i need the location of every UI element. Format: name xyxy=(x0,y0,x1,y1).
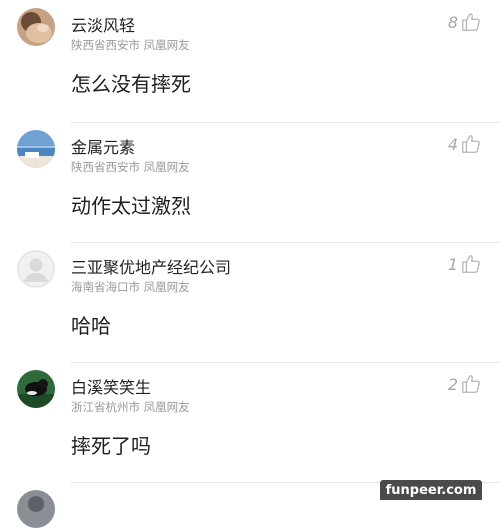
beach-photo-icon xyxy=(17,130,55,168)
default-user-icon xyxy=(17,250,55,288)
like-button[interactable]: 1 xyxy=(448,252,482,276)
comment-location: 浙江省杭州市 凤凰网友 xyxy=(71,400,190,414)
user-photo-icon xyxy=(17,8,55,46)
like-button[interactable]: 2 xyxy=(448,372,482,396)
like-button[interactable]: 4 xyxy=(448,132,482,156)
comment-item: 云淡风轻 陕西省西安市 凤凰网友 8 怎么没有摔死 xyxy=(0,0,500,120)
thumbs-up-icon xyxy=(460,253,482,275)
avatar[interactable] xyxy=(17,250,55,288)
comment-item: 金属元素 陕西省西安市 凤凰网友 4 动作太过激烈 xyxy=(0,122,500,242)
like-button[interactable]: 8 xyxy=(448,10,482,34)
like-count: 4 xyxy=(447,134,458,154)
user-photo-icon xyxy=(17,490,55,528)
comment-list: 云淡风轻 陕西省西安市 凤凰网友 8 怎么没有摔死 金属元素 陕西省西安市 凤凰… xyxy=(0,0,500,528)
avatar[interactable] xyxy=(17,130,55,168)
like-count: 1 xyxy=(447,254,458,274)
comment-location: 海南省海口市 凤凰网友 xyxy=(71,280,190,294)
watermark-text: funpeer.com xyxy=(385,482,477,498)
animal-photo-icon xyxy=(17,370,55,408)
avatar[interactable] xyxy=(17,490,55,528)
like-count: 2 xyxy=(447,374,458,394)
comment-username[interactable]: 云淡风轻 xyxy=(71,12,135,36)
avatar[interactable] xyxy=(17,370,55,408)
comment-item: 白溪笑笑生 浙江省杭州市 凤凰网友 2 摔死了吗 xyxy=(0,362,500,482)
like-count: 8 xyxy=(447,12,458,32)
comment-username[interactable]: 三亚聚优地产经纪公司 xyxy=(71,254,231,278)
avatar[interactable] xyxy=(17,8,55,46)
comment-item: 三亚聚优地产经纪公司 海南省海口市 凤凰网友 1 哈哈 xyxy=(0,242,500,362)
comment-text: 摔死了吗 xyxy=(71,434,151,458)
thumbs-up-icon xyxy=(460,373,482,395)
comment-text: 怎么没有摔死 xyxy=(71,72,191,96)
comment-location: 陕西省西安市 凤凰网友 xyxy=(71,160,190,174)
comment-text: 哈哈 xyxy=(71,314,111,338)
comment-text: 动作太过激烈 xyxy=(71,194,191,218)
watermark: funpeer.com xyxy=(380,480,482,500)
comment-username[interactable]: 白溪笑笑生 xyxy=(71,374,151,398)
comment-username[interactable]: 金属元素 xyxy=(71,134,135,158)
comment-location: 陕西省西安市 凤凰网友 xyxy=(71,38,190,52)
thumbs-up-icon xyxy=(460,133,482,155)
thumbs-up-icon xyxy=(460,11,482,33)
